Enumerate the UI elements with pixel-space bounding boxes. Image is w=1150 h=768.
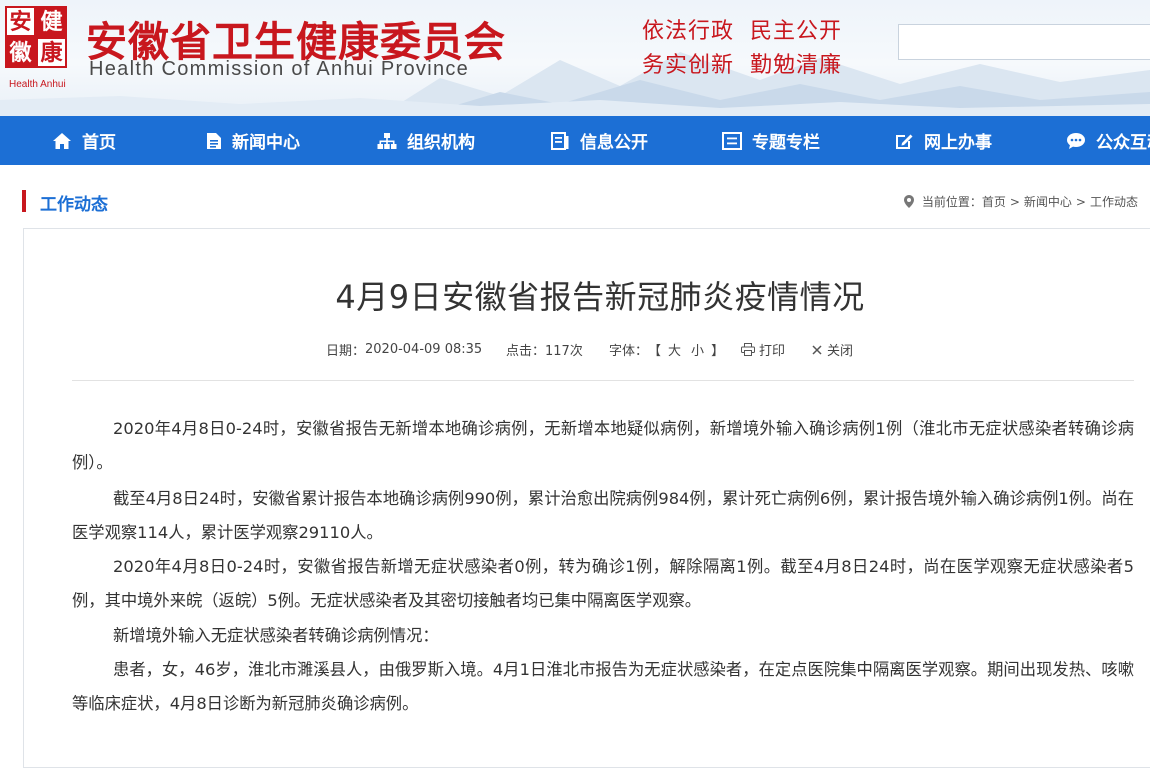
logo-char: 健 <box>36 6 67 37</box>
nav-item-label: 专题专栏 <box>752 133 820 153</box>
slogan-line-1: 依法行政 民主公开 <box>642 19 842 44</box>
logo-char: 徽 <box>5 37 36 68</box>
printer-icon <box>741 343 755 356</box>
font-size-control: 字体： 【 大 小 】 <box>609 340 724 359</box>
nav-item-special-column[interactable]: 专题专栏 <box>722 116 820 165</box>
nav-item-news[interactable]: 新闻中心 <box>206 116 300 165</box>
font-large-button[interactable]: 大 <box>668 340 681 359</box>
clicks-value: 117次 <box>545 344 583 359</box>
breadcrumb: 当前位置： 首页 > 新闻中心 > 工作动态 <box>903 193 1138 210</box>
print-label: 打印 <box>759 344 786 359</box>
chat-icon <box>1067 132 1085 149</box>
font-small-button[interactable]: 小 <box>691 340 704 359</box>
article-date: 日期： 2020-04-09 08:35 <box>326 340 482 359</box>
breadcrumb-prefix: 当前位置： <box>921 195 982 209</box>
site-header: 安 健 徽 康 Health Anhui 安徽省卫生健康委员会 Health C… <box>0 0 1150 116</box>
date-label: 日期： <box>326 344 366 359</box>
nav-item-label: 新闻中心 <box>232 133 300 153</box>
nav-item-organization[interactable]: 组织机构 <box>377 116 475 165</box>
bracket-open: 【 <box>648 344 662 359</box>
breadcrumb-separator: > <box>1009 194 1020 209</box>
logo-english-text: Health Anhui <box>9 79 66 90</box>
site-subtitle: Health Commission of Anhui Province <box>89 58 470 80</box>
article-paragraph: 2020年4月8日0-24时，安徽省报告新增无症状感染者0例，转为确诊1例，解除… <box>72 557 1134 610</box>
home-icon <box>53 132 71 149</box>
info-icon <box>551 131 569 150</box>
nav-item-home[interactable]: 首页 <box>52 116 116 165</box>
breadcrumb-separator: > <box>1075 194 1086 209</box>
meta-divider <box>72 380 1134 381</box>
article-paragraph: 患者，女，46岁，淮北市濉溪县人，由俄罗斯入境。4月1日淮北市报告为无症状感染者… <box>72 660 1134 713</box>
clicks-label: 点击： <box>506 344 546 359</box>
article-paragraph: 2020年4月8日0-24时，安徽省报告无新增本地确诊病例，无新增本地疑似病例，… <box>72 419 1134 472</box>
article-clicks: 点击： 117次 <box>506 340 583 359</box>
section-title: 工作动态 <box>40 195 108 215</box>
nav-item-label: 网上办事 <box>924 133 992 153</box>
location-pin-icon <box>903 195 914 208</box>
section-marker <box>22 190 26 212</box>
nav-item-info-disclosure[interactable]: 信息公开 <box>550 116 648 165</box>
close-button[interactable]: 关闭 <box>812 340 853 359</box>
nav-item-public-interaction[interactable]: 公众互动 <box>1066 116 1150 165</box>
article-paragraph: 截至4月8日24时，安徽省累计报告本地确诊病例990例，累计治愈出院病例984例… <box>72 489 1134 542</box>
breadcrumb-news-center[interactable]: 新闻中心 <box>1024 193 1072 210</box>
article-title: 4月9日安徽省报告新冠肺炎疫情情况 <box>335 278 865 316</box>
date-value: 2020-04-09 08:35 <box>365 342 483 357</box>
column-icon <box>722 131 742 150</box>
logo-seal: 安 健 徽 康 <box>5 6 67 68</box>
site-logo[interactable]: 安 健 徽 康 Health Anhui <box>5 6 69 90</box>
slogan-line-2: 务实创新 勤勉清廉 <box>642 53 842 78</box>
document-icon <box>207 132 221 149</box>
search-input[interactable] <box>898 24 1150 60</box>
nav-item-label: 信息公开 <box>580 133 648 153</box>
edit-icon <box>896 134 913 149</box>
nav-item-label: 首页 <box>82 133 116 153</box>
nav-item-label: 公众互动 <box>1096 133 1150 153</box>
nav-item-online-service[interactable]: 网上办事 <box>894 116 992 165</box>
breadcrumb-work-news[interactable]: 工作动态 <box>1090 193 1138 210</box>
logo-char: 安 <box>5 6 36 37</box>
org-chart-icon <box>377 132 397 149</box>
logo-char: 康 <box>36 37 67 68</box>
close-label: 关闭 <box>827 344 854 359</box>
close-icon <box>812 344 822 355</box>
nav-item-label: 组织机构 <box>407 133 475 153</box>
main-nav: 首页 新闻中心 组织机构 信息公开 专题专栏 网上办事 公众互 <box>0 116 1150 165</box>
breadcrumb-home[interactable]: 首页 <box>982 193 1006 210</box>
bracket-close: 】 <box>711 344 725 359</box>
article-paragraph: 新增境外输入无症状感染者转确诊病例情况： <box>113 626 439 645</box>
print-button[interactable]: 打印 <box>741 340 785 359</box>
font-label: 字体： <box>609 344 649 359</box>
